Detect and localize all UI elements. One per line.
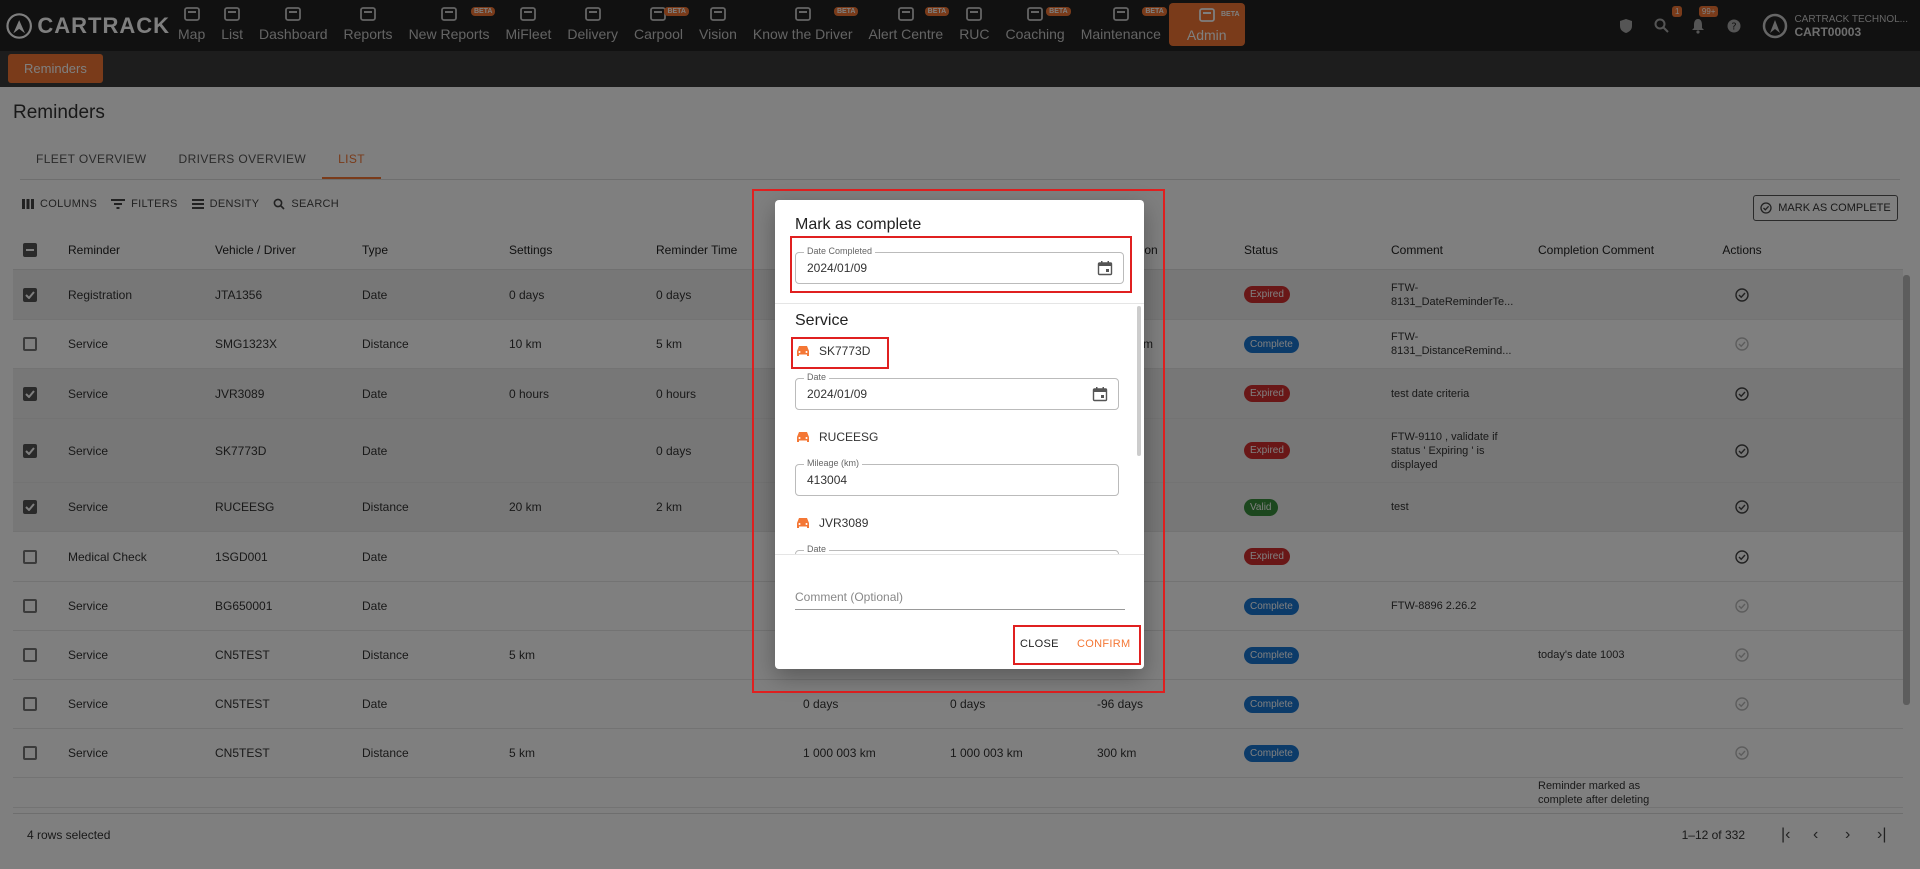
vehicle-name: RUCEESG <box>819 430 879 444</box>
highlight-date-completed <box>790 236 1132 293</box>
jvr3089-date-field[interactable]: Date <box>795 544 1119 554</box>
highlight-dialog-buttons <box>1013 625 1141 665</box>
vehicle-ruceesg: RUCEESG <box>795 430 878 444</box>
car-icon <box>797 518 809 528</box>
field-label: Date <box>804 544 830 554</box>
vehicle-name: JVR3089 <box>819 516 869 530</box>
field-value: 2024/01/09 <box>807 387 868 401</box>
calendar-icon[interactable] <box>1092 386 1108 402</box>
field-value: 413004 <box>807 473 848 487</box>
ruceesg-mileage-field[interactable]: Mileage (km) 413004 <box>795 458 1119 496</box>
dialog-title: Mark as complete <box>795 216 922 233</box>
field-label: Mileage (km) <box>804 458 863 468</box>
field-label: Date <box>804 372 830 382</box>
vehicle-jvr3089: JVR3089 <box>795 516 868 530</box>
sk7773d-date-field[interactable]: Date 2024/01/09 <box>795 372 1119 410</box>
highlight-vehicle-sk7773d <box>791 337 889 369</box>
dialog-scrollbar[interactable] <box>1137 306 1141 456</box>
section-title: Service <box>795 312 849 329</box>
comment-input[interactable]: Comment (Optional) <box>795 584 1125 610</box>
car-icon <box>797 432 809 442</box>
